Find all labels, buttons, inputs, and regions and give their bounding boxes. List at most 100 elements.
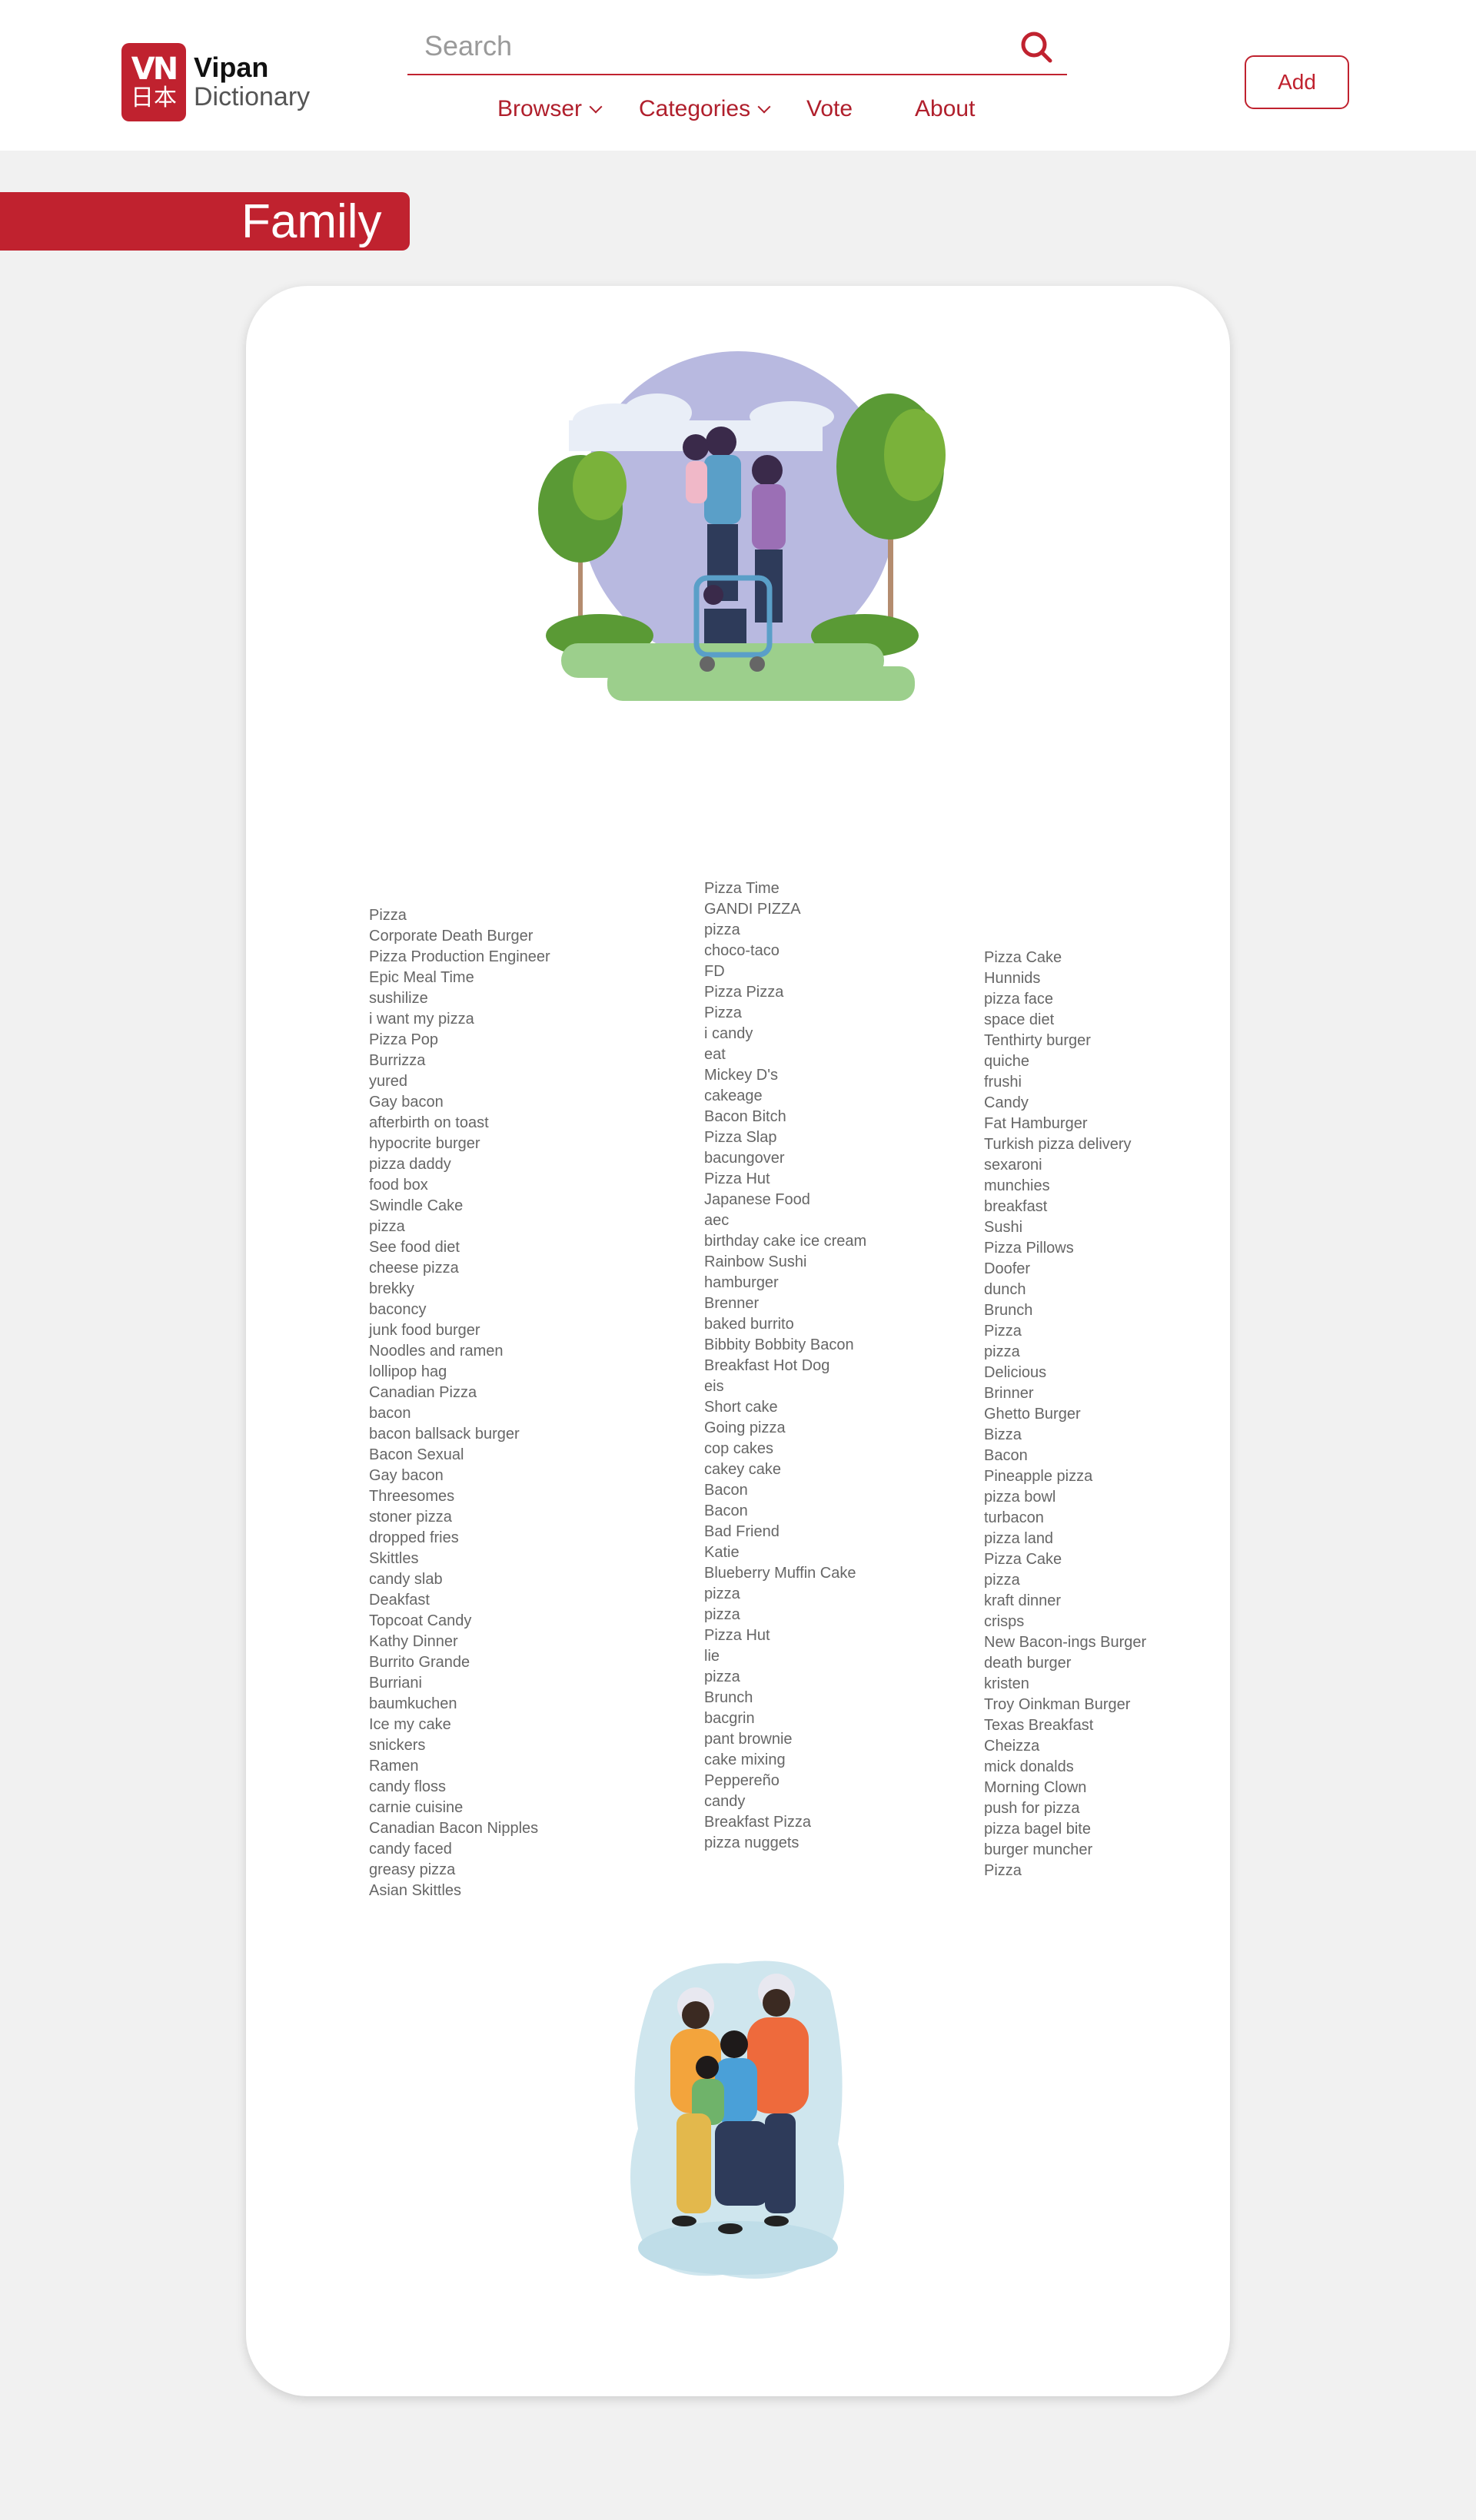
word-link[interactable]: pizza face — [984, 989, 1146, 1010]
word-link[interactable]: Ice my cake — [369, 1715, 550, 1735]
word-link[interactable]: Katie — [704, 1542, 866, 1563]
word-link[interactable]: lollipop hag — [369, 1362, 550, 1383]
word-link[interactable]: push for pizza — [984, 1798, 1146, 1819]
word-link[interactable]: Burriani — [369, 1673, 550, 1694]
word-link[interactable]: bacon ballsack burger — [369, 1424, 550, 1445]
nav-vote[interactable]: Vote — [806, 96, 853, 122]
word-link[interactable]: Topcoat Candy — [369, 1611, 550, 1632]
word-link[interactable]: Brunch — [984, 1300, 1146, 1321]
word-link[interactable]: cop cakes — [704, 1439, 866, 1459]
word-link[interactable]: Breakfast Hot Dog — [704, 1356, 866, 1376]
word-link[interactable]: Pizza Pizza — [704, 982, 866, 1003]
word-link[interactable]: burger muncher — [984, 1840, 1146, 1861]
word-link[interactable]: bacungover — [704, 1148, 866, 1169]
add-button[interactable]: Add — [1245, 55, 1349, 109]
word-link[interactable]: baconcy — [369, 1300, 550, 1320]
word-link[interactable]: Pizza — [984, 1321, 1146, 1342]
word-link[interactable]: candy faced — [369, 1839, 550, 1860]
word-link[interactable]: candy floss — [369, 1777, 550, 1798]
word-link[interactable]: Pizza Pillows — [984, 1238, 1146, 1259]
word-link[interactable]: Epic Meal Time — [369, 968, 550, 988]
search-icon[interactable] — [1018, 29, 1055, 66]
word-link[interactable]: snickers — [369, 1735, 550, 1756]
word-link[interactable]: Bacon — [704, 1480, 866, 1501]
word-link[interactable]: Blueberry Muffin Cake — [704, 1563, 866, 1584]
word-link[interactable]: Brunch — [704, 1688, 866, 1708]
word-link[interactable]: Ramen — [369, 1756, 550, 1777]
word-link[interactable]: carnie cuisine — [369, 1798, 550, 1818]
word-link[interactable]: Canadian Pizza — [369, 1383, 550, 1403]
word-link[interactable]: Turkish pizza delivery — [984, 1134, 1146, 1155]
word-link[interactable]: Ghetto Burger — [984, 1404, 1146, 1425]
word-link[interactable]: Morning Clown — [984, 1778, 1146, 1798]
word-link[interactable]: junk food burger — [369, 1320, 550, 1341]
word-link[interactable]: aec — [704, 1210, 866, 1231]
word-link[interactable]: Pizza Slap — [704, 1127, 866, 1148]
word-link[interactable]: pant brownie — [704, 1729, 866, 1750]
word-link[interactable]: pizza land — [984, 1529, 1146, 1549]
word-link[interactable]: New Bacon-ings Burger — [984, 1632, 1146, 1653]
word-link[interactable]: Threesomes — [369, 1486, 550, 1507]
word-link[interactable]: Pizza — [704, 1003, 866, 1024]
word-link[interactable]: kraft dinner — [984, 1591, 1146, 1612]
nav-categories[interactable]: Categories — [639, 96, 771, 122]
word-link[interactable]: Bacon — [984, 1446, 1146, 1466]
word-link[interactable]: cakey cake — [704, 1459, 866, 1480]
word-link[interactable]: Mickey D's — [704, 1065, 866, 1086]
word-link[interactable]: Bad Friend — [704, 1522, 866, 1542]
word-link[interactable]: mick donalds — [984, 1757, 1146, 1778]
word-link[interactable]: Pizza Cake — [984, 948, 1146, 968]
word-link[interactable]: Gay bacon — [369, 1092, 550, 1113]
word-link[interactable]: Fat Hamburger — [984, 1114, 1146, 1134]
word-link[interactable]: Pizza Hut — [704, 1625, 866, 1646]
word-link[interactable]: GANDI PIZZA — [704, 899, 866, 920]
word-link[interactable]: Pineapple pizza — [984, 1466, 1146, 1487]
word-link[interactable]: Going pizza — [704, 1418, 866, 1439]
word-link[interactable]: dropped fries — [369, 1528, 550, 1549]
word-link[interactable]: pizza — [704, 920, 866, 941]
word-link[interactable]: Bacon Bitch — [704, 1107, 866, 1127]
word-link[interactable]: pizza — [984, 1570, 1146, 1591]
word-link[interactable]: crisps — [984, 1612, 1146, 1632]
word-link[interactable]: pizza — [369, 1217, 550, 1237]
word-link[interactable]: brekky — [369, 1279, 550, 1300]
word-link[interactable]: bacon — [369, 1403, 550, 1424]
word-link[interactable]: food box — [369, 1175, 550, 1196]
word-link[interactable]: hamburger — [704, 1273, 866, 1293]
word-link[interactable]: afterbirth on toast — [369, 1113, 550, 1134]
word-link[interactable]: Pizza Hut — [704, 1169, 866, 1190]
word-link[interactable]: Corporate Death Burger — [369, 926, 550, 947]
word-link[interactable]: Burrito Grande — [369, 1652, 550, 1673]
word-link[interactable]: Brinner — [984, 1383, 1146, 1404]
word-link[interactable]: Troy Oinkman Burger — [984, 1695, 1146, 1715]
word-link[interactable]: Japanese Food — [704, 1190, 866, 1210]
word-link[interactable]: Hunnids — [984, 968, 1146, 989]
word-link[interactable]: Pizza Production Engineer — [369, 947, 550, 968]
word-link[interactable]: sexaroni — [984, 1155, 1146, 1176]
word-link[interactable]: Short cake — [704, 1397, 866, 1418]
word-link[interactable]: Cheizza — [984, 1736, 1146, 1757]
word-link[interactable]: cheese pizza — [369, 1258, 550, 1279]
word-link[interactable]: breakfast — [984, 1197, 1146, 1217]
word-link[interactable]: pizza nuggets — [704, 1833, 866, 1854]
word-link[interactable]: death burger — [984, 1653, 1146, 1674]
word-link[interactable]: bacgrin — [704, 1708, 866, 1729]
word-link[interactable]: baumkuchen — [369, 1694, 550, 1715]
word-link[interactable]: Brenner — [704, 1293, 866, 1314]
word-link[interactable]: Breakfast Pizza — [704, 1812, 866, 1833]
word-link[interactable]: Bizza — [984, 1425, 1146, 1446]
nav-browser[interactable]: Browser — [497, 96, 603, 122]
word-link[interactable]: pizza daddy — [369, 1154, 550, 1175]
word-link[interactable]: candy — [704, 1791, 866, 1812]
word-link[interactable]: choco-taco — [704, 941, 866, 961]
word-link[interactable]: lie — [704, 1646, 866, 1667]
word-link[interactable]: Asian Skittles — [369, 1881, 550, 1901]
word-link[interactable]: kristen — [984, 1674, 1146, 1695]
word-link[interactable]: baked burrito — [704, 1314, 866, 1335]
word-link[interactable]: Tenthirty burger — [984, 1031, 1146, 1051]
word-link[interactable]: space diet — [984, 1010, 1146, 1031]
word-link[interactable]: Pizza Cake — [984, 1549, 1146, 1570]
word-link[interactable]: quiche — [984, 1051, 1146, 1072]
word-link[interactable]: Bacon — [704, 1501, 866, 1522]
word-link[interactable]: eis — [704, 1376, 866, 1397]
